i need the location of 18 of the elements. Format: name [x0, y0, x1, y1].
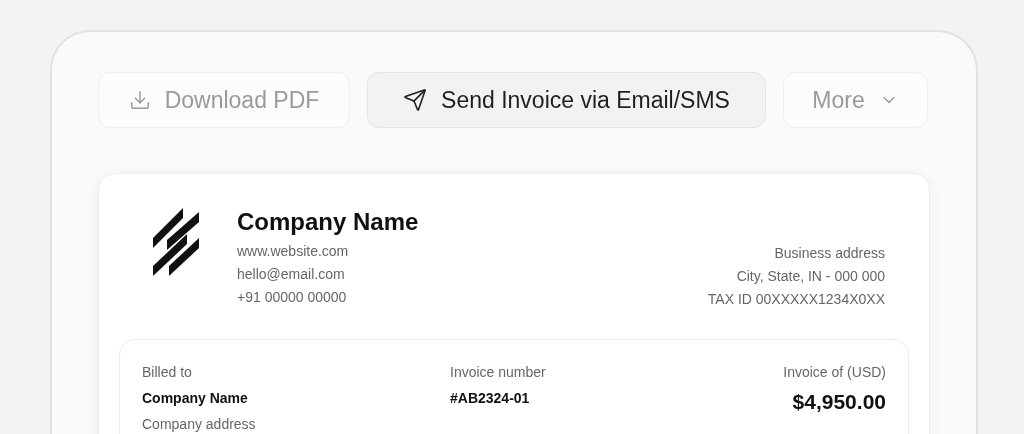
invoice-amount: $4,950.00 — [791, 390, 886, 414]
billed-to-address: Company address — [142, 416, 257, 432]
billed-to-label: Billed to — [142, 364, 193, 380]
download-icon — [128, 89, 151, 111]
amount-label: Invoice of (USD) — [782, 364, 886, 380]
tax-id: TAX ID 00XXXXX1234X0XX — [707, 290, 885, 309]
invoice-number-label: Invoice number — [450, 364, 547, 380]
billed-to-name: Company Name — [142, 390, 249, 406]
logo-icon — [153, 208, 201, 278]
company-phone: +91 00000 00000 — [237, 288, 348, 307]
company-name: Company Name — [237, 208, 419, 236]
send-button[interactable]: Send Invoice via Email/SMS — [367, 72, 766, 128]
send-icon — [403, 88, 428, 112]
company-email: hello@email.com — [237, 265, 346, 284]
business-address: Business address — [773, 244, 885, 263]
business-city: City, State, IN - 000 000 — [735, 267, 885, 286]
company-website: www.website.com — [237, 242, 350, 261]
invoice-number: #AB2324-01 — [450, 390, 531, 406]
